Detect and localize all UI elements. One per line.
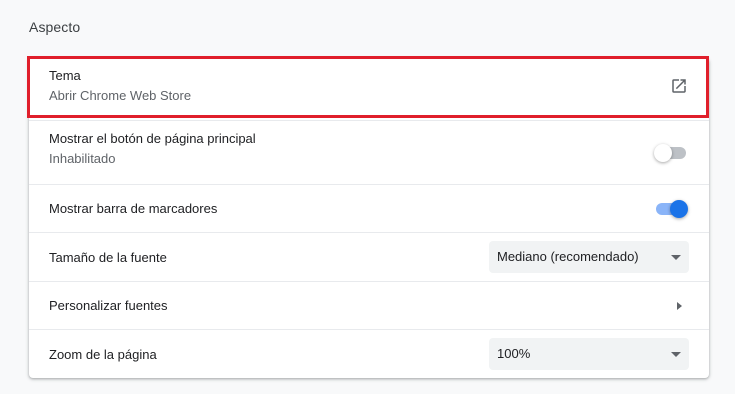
chevron-down-icon [671, 352, 681, 357]
toggle-knob [670, 200, 688, 218]
bookmarks-bar-toggle[interactable] [654, 199, 688, 219]
home-button-status: Inhabilitado [49, 151, 116, 166]
bookmarks-bar-label: Mostrar barra de marcadores [49, 201, 218, 216]
customize-fonts-row[interactable]: Personalizar fuentes [29, 281, 709, 329]
home-button-row[interactable]: Mostrar el botón de página principal Inh… [29, 120, 709, 184]
page-zoom-label: Zoom de la página [49, 347, 157, 362]
highlight-box [27, 56, 709, 118]
chevron-down-icon [671, 255, 681, 260]
font-size-value: Mediano (recomendado) [497, 249, 639, 264]
customize-fonts-label: Personalizar fuentes [49, 298, 168, 313]
toggle-knob [654, 144, 672, 162]
font-size-select[interactable]: Mediano (recomendado) [489, 241, 689, 273]
page-zoom-select[interactable]: 100% [489, 338, 689, 370]
home-button-label: Mostrar el botón de página principal [49, 131, 256, 146]
home-button-toggle[interactable] [654, 143, 688, 163]
page-zoom-row: Zoom de la página 100% [29, 329, 709, 378]
page-zoom-value: 100% [497, 346, 531, 361]
bookmarks-bar-row[interactable]: Mostrar barra de marcadores [29, 184, 709, 232]
font-size-label: Tamaño de la fuente [49, 250, 167, 265]
font-size-row: Tamaño de la fuente Mediano (recomendado… [29, 232, 709, 281]
section-title: Aspecto [29, 19, 81, 35]
chevron-right-icon [677, 302, 682, 310]
